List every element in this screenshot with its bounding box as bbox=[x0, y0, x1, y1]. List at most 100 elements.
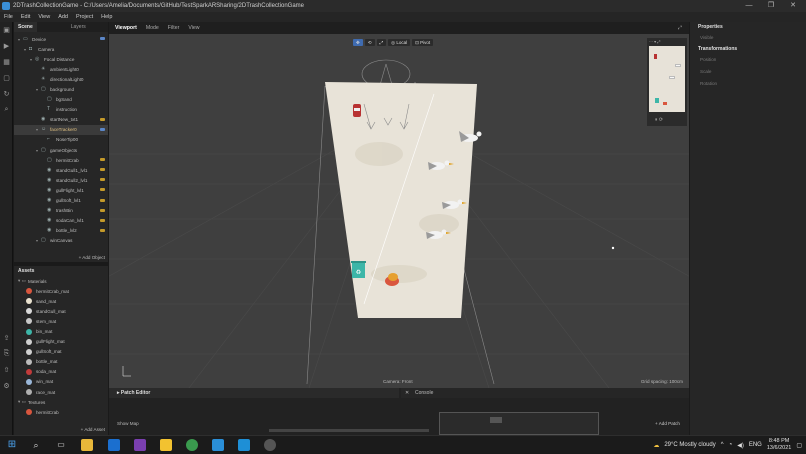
notifications-icon[interactable]: ▢ bbox=[796, 442, 802, 449]
simulator-preview[interactable]: ⋯ ▾ ⤢ ⏸ ⟳ bbox=[647, 38, 687, 126]
maximize-button[interactable]: ❐ bbox=[760, 0, 782, 12]
prop-position[interactable]: Position bbox=[690, 54, 806, 66]
scene-tree-item[interactable]: ◉ standGull1_lvl1 bbox=[14, 165, 108, 175]
scene-tree-item[interactable]: ☀ directionalLight0 bbox=[14, 74, 108, 84]
scene-tree-item[interactable]: ◉ sodaCan_lvl1 bbox=[14, 216, 108, 226]
visibility-badge-icon[interactable] bbox=[100, 208, 105, 212]
asset-item[interactable]: standGull_mat bbox=[14, 306, 108, 316]
scene-tree-item[interactable]: ◉ gullSoft_lvl1 bbox=[14, 196, 108, 206]
tray-chevron-icon[interactable]: ^ bbox=[721, 442, 724, 448]
asset-item[interactable]: hermitCrab_mat bbox=[14, 286, 108, 296]
visibility-badge-icon[interactable] bbox=[100, 188, 105, 192]
console-close-icon[interactable]: ✕ bbox=[405, 388, 409, 398]
visibility-badge-icon[interactable] bbox=[100, 158, 105, 162]
scene-tool-icon[interactable]: ▣ bbox=[0, 22, 13, 38]
export-tool-icon[interactable]: ⎘ bbox=[0, 346, 13, 362]
scene-tree-item[interactable]: ▾ ▢ winCanvas bbox=[14, 236, 108, 246]
spark-ar-taskbar-icon[interactable] bbox=[264, 439, 276, 451]
menu-file[interactable]: File bbox=[4, 14, 13, 20]
menu-help[interactable]: Help bbox=[101, 14, 112, 20]
scene-tree-item[interactable]: ▾ ▭ Device bbox=[14, 34, 108, 44]
onenote-icon[interactable] bbox=[134, 439, 146, 451]
windows-start-icon[interactable]: ⊞ bbox=[6, 439, 18, 451]
scene-tree-item[interactable]: ▢ hermitCrab bbox=[14, 155, 108, 165]
scene-tree-item[interactable]: ▾ ◘ Camera bbox=[14, 44, 108, 54]
network-icon[interactable]: ◔ bbox=[729, 442, 733, 448]
refresh-tool-icon[interactable]: ↻ bbox=[0, 86, 13, 102]
patch-tool-icon[interactable]: ▦ bbox=[0, 54, 13, 70]
menu-edit[interactable]: Edit bbox=[21, 14, 30, 20]
scene-tree-item[interactable]: ▾ ☺ faceTracker0 bbox=[14, 124, 108, 135]
transformations-header[interactable]: Transformations bbox=[690, 44, 806, 54]
scene-tree-item[interactable]: ◉ gullFlight_lvl1 bbox=[14, 185, 108, 195]
visibility-badge-icon[interactable] bbox=[100, 127, 105, 131]
asset-item[interactable]: bottle_mat bbox=[14, 357, 108, 367]
settings-tool-icon[interactable]: ⚙ bbox=[0, 378, 13, 394]
menu-add[interactable]: Add bbox=[58, 14, 68, 20]
asset-item[interactable]: stem_mat bbox=[14, 316, 108, 326]
scene-tree-item[interactable]: ◉ bottle_lvl2 bbox=[14, 226, 108, 236]
preview-tool-icon[interactable]: ▢ bbox=[0, 70, 13, 86]
visibility-badge-icon[interactable] bbox=[100, 228, 105, 232]
preview-playback-icon[interactable]: ⏸ ⟳ bbox=[655, 117, 663, 123]
visibility-badge-icon[interactable] bbox=[100, 198, 105, 202]
preview-controls-icon[interactable]: ⋯ ▾ ⤢ bbox=[649, 39, 660, 44]
scene-tree-item[interactable]: ▾ ▢ gameObjects bbox=[14, 145, 108, 155]
rotate-tool-button[interactable]: ⟲ bbox=[364, 39, 375, 46]
sourcetree-icon[interactable] bbox=[212, 439, 224, 451]
move-tool-button[interactable]: ✥ bbox=[353, 39, 363, 46]
telegram-icon[interactable] bbox=[238, 439, 250, 451]
tab-filter[interactable]: Filter bbox=[168, 25, 180, 31]
edge-browser-icon[interactable] bbox=[108, 439, 120, 451]
patch-editor-scrollbar[interactable] bbox=[269, 429, 429, 432]
scene-tree-item[interactable]: ▾ ▢ background bbox=[14, 84, 108, 94]
prop-rotation[interactable]: Rotation bbox=[690, 78, 806, 90]
scene-tree-item[interactable]: Tinstruction bbox=[14, 105, 108, 115]
local-toggle-button[interactable]: ◎ Local bbox=[388, 39, 411, 46]
clock[interactable]: 8:48 PM 13/6/2021 bbox=[767, 438, 791, 452]
sticky-notes-icon[interactable] bbox=[160, 439, 172, 451]
tab-scene[interactable]: Scene bbox=[14, 22, 37, 32]
prop-scale[interactable]: Scale bbox=[690, 66, 806, 78]
add-patch-button[interactable]: + Add Patch bbox=[655, 421, 680, 426]
visibility-badge-icon[interactable] bbox=[100, 218, 105, 222]
tab-viewport[interactable]: Viewport bbox=[115, 25, 137, 31]
search-icon[interactable]: ⌕ bbox=[30, 439, 42, 451]
chrome-icon[interactable] bbox=[186, 439, 198, 451]
asset-item[interactable]: win_mat bbox=[14, 377, 108, 387]
weather-text[interactable]: 29°C Mostly cloudy bbox=[664, 442, 715, 448]
weather-icon[interactable]: ☁ bbox=[653, 442, 659, 449]
asset-item[interactable]: hermitCrab bbox=[14, 407, 108, 417]
add-object-button[interactable]: + Add Object bbox=[79, 255, 105, 260]
add-asset-button[interactable]: + Add Asset bbox=[81, 427, 105, 432]
tab-layers[interactable]: Layers bbox=[67, 22, 90, 32]
visibility-badge-icon[interactable] bbox=[100, 178, 105, 182]
asset-item[interactable]: gullSoft_mat bbox=[14, 347, 108, 357]
upload-tool-icon[interactable]: ⇪ bbox=[0, 330, 13, 346]
menu-view[interactable]: View bbox=[38, 14, 50, 20]
tab-view[interactable]: View bbox=[188, 25, 199, 31]
publish-tool-icon[interactable]: ⇧ bbox=[0, 362, 13, 378]
asset-folder[interactable]: ▾ ▭ Textures bbox=[14, 397, 108, 407]
scene-tree-item[interactable]: ▾ ◎ Focal Distance bbox=[14, 54, 108, 64]
scene-tree-item[interactable]: ▢ bgSand bbox=[14, 95, 108, 105]
language-indicator[interactable]: ENG bbox=[749, 442, 762, 448]
visibility-badge-icon[interactable] bbox=[100, 37, 105, 40]
search-tool-icon[interactable]: ⌕ bbox=[0, 102, 13, 118]
asset-item[interactable]: bin_mat bbox=[14, 326, 108, 336]
console-tab[interactable]: ✕ Console bbox=[401, 388, 689, 398]
menu-project[interactable]: Project bbox=[76, 14, 93, 20]
scene-viewport[interactable]: ♻ ✥ ⟲ ⤢ ◎ Local ⊡ Pivot ⋯ ▾ ⤢ ⏸ ⟳ Camera… bbox=[109, 34, 689, 388]
scene-tree-item[interactable]: ◉ trashBin bbox=[14, 206, 108, 216]
scene-tree-item[interactable]: ◉ standGull2_lvl1 bbox=[14, 175, 108, 185]
scene-tree-item[interactable]: ◉ startNew_txt1 bbox=[14, 115, 108, 125]
asset-item[interactable]: sand_mat bbox=[14, 296, 108, 306]
prop-visible[interactable]: Visible bbox=[690, 32, 806, 44]
close-button[interactable]: ✕ bbox=[782, 0, 804, 12]
task-view-icon[interactable]: ▭ bbox=[55, 439, 67, 451]
file-explorer-icon[interactable] bbox=[81, 439, 93, 451]
volume-icon[interactable]: ◀) bbox=[737, 442, 744, 449]
visibility-badge-icon[interactable] bbox=[100, 168, 105, 172]
scene-tree-item[interactable]: ⌐ NoseTip00 bbox=[14, 135, 108, 145]
pivot-toggle-button[interactable]: ⊡ Pivot bbox=[412, 39, 434, 46]
